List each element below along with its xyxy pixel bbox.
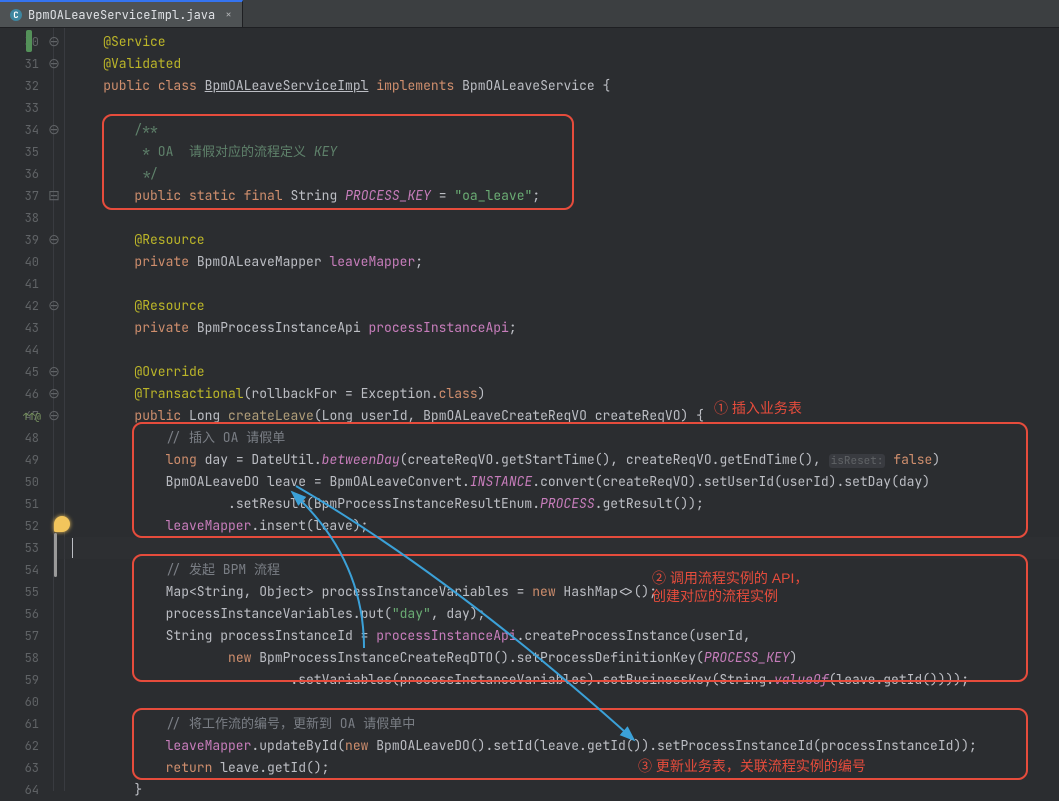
line-number: 55 bbox=[0, 581, 53, 603]
code-line-48: // 插入 OA 请假单 bbox=[54, 427, 1059, 449]
code-line-47: public Long createLeave(Long userId, Bpm… bbox=[54, 405, 1059, 427]
fold-toggle-icon[interactable]: ⊖ bbox=[42, 53, 66, 75]
line-number: 57 bbox=[0, 625, 53, 647]
code-line-41 bbox=[54, 273, 1059, 295]
editor-tab-bar: C BpmOALeaveServiceImpl.java × bbox=[0, 0, 1059, 28]
code-line-59: .setVariables(processInstanceVariables).… bbox=[54, 669, 1059, 691]
code-line-63: return leave.getId(); bbox=[54, 757, 1059, 779]
code-line-53 bbox=[54, 537, 1059, 559]
line-number: 60 bbox=[0, 691, 53, 713]
annotation-2-line1: ② 调用流程实例的 API， bbox=[652, 568, 808, 588]
fold-toggle-icon[interactable]: ⊖ bbox=[42, 31, 66, 53]
code-line-51: .setResult(BpmProcessInstanceResultEnum.… bbox=[54, 493, 1059, 515]
line-number: 43 bbox=[0, 317, 53, 339]
line-number: 33 bbox=[0, 97, 53, 119]
code-line-36: */ bbox=[54, 163, 1059, 185]
line-number: 63 bbox=[0, 757, 53, 779]
fold-toggle-icon[interactable]: ⊖ bbox=[42, 119, 66, 141]
line-number: 38 bbox=[0, 207, 53, 229]
line-number: 54 bbox=[0, 559, 53, 581]
line-number: 51 bbox=[0, 493, 53, 515]
fold-toggle-icon[interactable]: ⊟ bbox=[42, 185, 66, 207]
line-number: 64 bbox=[0, 779, 53, 801]
line-number: 58 bbox=[0, 647, 53, 669]
code-line-60 bbox=[54, 691, 1059, 713]
code-line-34: /** bbox=[54, 119, 1059, 141]
code-line-33 bbox=[54, 97, 1059, 119]
line-number: 35 bbox=[0, 141, 53, 163]
code-area[interactable]: @Service @Validated public class BpmOALe… bbox=[54, 28, 1059, 791]
annotation-3: ③ 更新业务表，关联流程实例的编号 bbox=[638, 756, 866, 776]
code-line-50: BpmOALeaveDO leave = BpmOALeaveConvert.I… bbox=[54, 471, 1059, 493]
close-icon[interactable]: × bbox=[225, 8, 232, 22]
code-line-37: public static final String PROCESS_KEY =… bbox=[54, 185, 1059, 207]
code-line-31: @Validated bbox=[54, 53, 1059, 75]
code-line-35: * OA 请假对应的流程定义 KEY bbox=[54, 141, 1059, 163]
line-number: 44 bbox=[0, 339, 53, 361]
code-line-57: String processInstanceId = processInstan… bbox=[54, 625, 1059, 647]
vcs-marker-icon bbox=[26, 30, 32, 52]
line-number: 48 bbox=[0, 427, 53, 449]
code-line-61: // 将工作流的编号，更新到 OA 请假单中 bbox=[54, 713, 1059, 735]
code-line-43: private BpmProcessInstanceApi processIns… bbox=[54, 317, 1059, 339]
editor-pane: 3031323334353637383940414243444546474849… bbox=[0, 28, 1059, 791]
line-number: 41 bbox=[0, 273, 53, 295]
code-line-44 bbox=[54, 339, 1059, 361]
line-number: 53 bbox=[0, 537, 53, 559]
code-line-49: long day = DateUtil.betweenDay(createReq… bbox=[54, 449, 1059, 471]
fold-toggle-icon[interactable]: ⊖ bbox=[42, 295, 66, 317]
code-line-46: @Transactional(rollbackFor = Exception.c… bbox=[54, 383, 1059, 405]
fold-toggle-icon[interactable]: ⊖ bbox=[42, 383, 66, 405]
line-number: 50 bbox=[0, 471, 53, 493]
line-number: 36 bbox=[0, 163, 53, 185]
annotation-1: ① 插入业务表 bbox=[714, 398, 802, 418]
line-number: 61 bbox=[0, 713, 53, 735]
code-line-52: leaveMapper.insert(leave); bbox=[54, 515, 1059, 537]
line-number: 62 bbox=[0, 735, 53, 757]
line-number: 59 bbox=[0, 669, 53, 691]
code-line-30: @Service bbox=[54, 31, 1059, 53]
override-marker-icon[interactable]: ↑↑@ bbox=[12, 405, 52, 427]
code-line-42: @Resource bbox=[54, 295, 1059, 317]
code-line-32: public class BpmOALeaveServiceImpl imple… bbox=[54, 75, 1059, 97]
file-tab-label: BpmOALeaveServiceImpl.java bbox=[28, 7, 215, 23]
class-file-icon: C bbox=[10, 9, 22, 21]
code-line-56: processInstanceVariables.put("day", day)… bbox=[54, 603, 1059, 625]
line-number: 40 bbox=[0, 251, 53, 273]
code-line-55: Map<String, Object> processInstanceVaria… bbox=[54, 581, 1059, 603]
intention-bulb-icon[interactable] bbox=[54, 516, 70, 532]
line-number: 56 bbox=[0, 603, 53, 625]
caret-row-marker bbox=[54, 533, 57, 577]
line-number: 32 bbox=[0, 75, 53, 97]
line-number: 52 bbox=[0, 515, 53, 537]
code-line-58: new BpmProcessInstanceCreateReqDTO().set… bbox=[54, 647, 1059, 669]
fold-toggle-icon[interactable]: ⊖ bbox=[42, 361, 66, 383]
line-number: 49 bbox=[0, 449, 53, 471]
code-line-38 bbox=[54, 207, 1059, 229]
code-line-39: @Resource bbox=[54, 229, 1059, 251]
fold-toggle-icon[interactable]: ⊖ bbox=[42, 229, 66, 251]
code-line-64: } bbox=[54, 779, 1059, 801]
code-line-54: // 发起 BPM 流程 bbox=[54, 559, 1059, 581]
code-line-62: leaveMapper.updateById(new BpmOALeaveDO(… bbox=[54, 735, 1059, 757]
code-line-40: private BpmOALeaveMapper leaveMapper; bbox=[54, 251, 1059, 273]
code-line-45: @Override bbox=[54, 361, 1059, 383]
annotation-2-line2: 创建对应的流程实例 bbox=[652, 586, 778, 606]
file-tab[interactable]: C BpmOALeaveServiceImpl.java × bbox=[0, 0, 243, 27]
